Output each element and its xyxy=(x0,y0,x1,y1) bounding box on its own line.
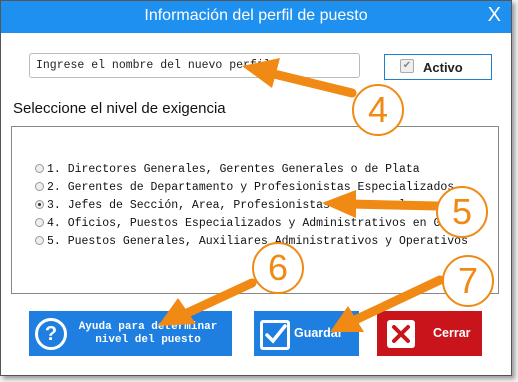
radio-selected-icon[interactable] xyxy=(35,200,44,209)
close-button-label: Cerrar xyxy=(433,326,471,340)
help-button-label: Ayuda para determinar nivel del puesto xyxy=(78,321,218,346)
save-button-label: Guardar xyxy=(294,326,343,340)
radio-icon[interactable] xyxy=(35,218,44,227)
dialog-window: Información del perfil de puesto X ✔ Act… xyxy=(0,0,512,376)
annotation-badge-7: 7 xyxy=(442,255,494,307)
level-option-3[interactable]: 3. Jefes de Sección, Area, Profesionista… xyxy=(35,199,406,212)
level-option-label: 5. Puestos Generales, Auxiliares Adminis… xyxy=(47,235,468,248)
annotation-badge-4: 4 xyxy=(352,84,404,136)
active-label: Activo xyxy=(423,60,463,75)
save-button[interactable]: Guardar xyxy=(254,311,359,356)
checkmark-icon xyxy=(260,320,290,350)
level-option-1[interactable]: 1. Directores Generales, Gerentes Genera… xyxy=(35,163,420,176)
title-bar: Información del perfil de puesto X xyxy=(1,1,511,33)
level-option-5[interactable]: 5. Puestos Generales, Auxiliares Adminis… xyxy=(35,235,468,248)
level-prompt: Seleccione el nivel de exigencia xyxy=(13,100,226,117)
level-option-label: 4. Oficios, Puestos Especializados y Adm… xyxy=(47,217,482,230)
level-option-label: 3. Jefes de Sección, Area, Profesionista… xyxy=(47,199,406,212)
annotation-badge-6: 6 xyxy=(252,242,304,294)
radio-icon[interactable] xyxy=(35,236,44,245)
level-option-label: 1. Directores Generales, Gerentes Genera… xyxy=(47,163,420,176)
question-icon: ? xyxy=(35,318,67,350)
radio-icon[interactable] xyxy=(35,164,44,173)
level-option-4[interactable]: 4. Oficios, Puestos Especializados y Adm… xyxy=(35,217,482,230)
x-icon xyxy=(387,320,415,348)
close-window-icon[interactable]: X xyxy=(488,4,501,27)
profile-name-input[interactable] xyxy=(29,53,360,78)
close-button[interactable]: Cerrar xyxy=(377,311,482,356)
active-checkbox-group[interactable]: ✔ Activo xyxy=(384,54,492,80)
active-checkbox[interactable]: ✔ xyxy=(400,59,414,73)
level-option-label: 2. Gerentes de Departamento y Profesioni… xyxy=(47,181,455,194)
annotation-badge-5: 5 xyxy=(436,186,488,238)
level-option-2[interactable]: 2. Gerentes de Departamento y Profesioni… xyxy=(35,181,454,194)
radio-icon[interactable] xyxy=(35,182,44,191)
help-button[interactable]: ? Ayuda para determinar nivel del puesto xyxy=(29,311,232,356)
window-title: Información del perfil de puesto xyxy=(144,7,368,24)
